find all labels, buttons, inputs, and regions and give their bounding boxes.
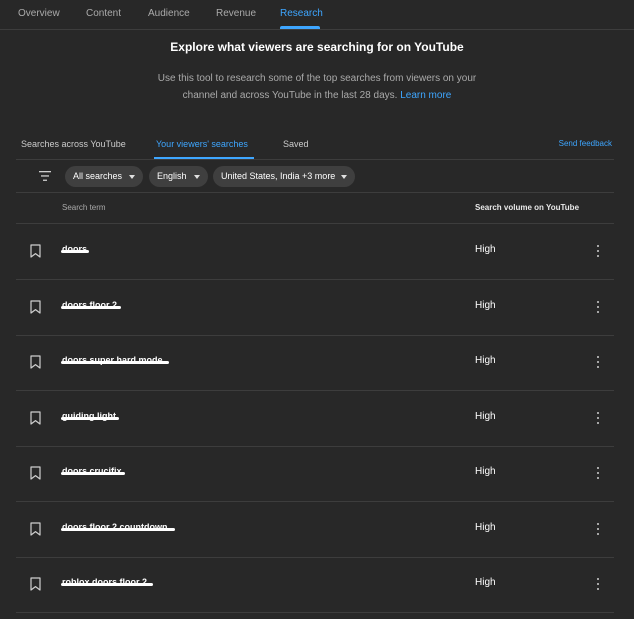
description-line-2-text: channel and across YouTube in the last 2… [182, 90, 398, 101]
bookmark-icon[interactable] [30, 355, 41, 369]
bookmark-icon[interactable] [30, 244, 41, 258]
more-options-icon[interactable] [594, 576, 602, 592]
more-options-icon[interactable] [594, 243, 602, 259]
chevron-down-icon [341, 175, 347, 179]
search-volume: High [475, 244, 496, 255]
bookmark-icon[interactable] [30, 521, 41, 536]
description-line-1: Use this tool to research some of the to… [157, 73, 477, 84]
table-row: doors High [0, 224, 634, 280]
more-options-icon[interactable] [594, 465, 602, 481]
search-type-value: All searches [73, 171, 123, 181]
tab-revenue[interactable]: Revenue [216, 8, 256, 19]
language-value: English [157, 171, 187, 181]
bookmark-icon[interactable] [30, 299, 41, 314]
more-options-icon[interactable] [594, 299, 602, 315]
divider [16, 612, 614, 613]
description-line-2: channel and across YouTube in the last 2… [0, 87, 634, 104]
redaction-mark [61, 361, 169, 364]
top-nav: Overview Content Audience Revenue Resear… [0, 0, 634, 30]
redaction-mark [61, 250, 89, 253]
redaction-mark [61, 527, 175, 531]
table-row: roblox doors floor 2 High [0, 557, 634, 613]
more-options-icon[interactable] [594, 521, 602, 537]
page-description: Use this tool to research some of the to… [0, 70, 634, 104]
tab-content[interactable]: Content [86, 8, 121, 19]
table-row: doors floor 2 countdown High [0, 502, 634, 558]
send-feedback-link[interactable]: Send feedback [559, 139, 612, 148]
table-header: Search term Search volume on YouTube [0, 193, 634, 224]
chevron-down-icon [129, 175, 135, 179]
active-tab-indicator [280, 26, 320, 29]
language-dropdown[interactable]: English [149, 166, 208, 187]
filter-bar: All searches English United States, Indi… [0, 160, 634, 193]
subtab-searches-across-youtube[interactable]: Searches across YouTube [21, 139, 126, 149]
subtab-saved[interactable]: Saved [283, 139, 309, 149]
table-row: guiding light High [0, 391, 634, 447]
search-type-dropdown[interactable]: All searches [65, 166, 143, 187]
table-row: doors crucifix High [0, 446, 634, 502]
learn-more-link[interactable]: Learn more [400, 90, 451, 101]
search-volume: High [475, 299, 496, 311]
tab-audience[interactable]: Audience [148, 8, 190, 19]
search-volume: High [475, 577, 496, 588]
bookmark-icon[interactable] [30, 410, 41, 425]
column-header-search-volume: Search volume on YouTube [475, 203, 580, 212]
research-subtabs: Searches across YouTube Your viewers' se… [0, 130, 634, 160]
location-dropdown[interactable]: United States, India +3 more [213, 166, 355, 187]
bookmark-icon[interactable] [30, 577, 41, 591]
search-volume: High [475, 466, 496, 477]
search-volume: High [475, 355, 496, 366]
search-volume: High [475, 521, 496, 533]
subtab-your-viewers-searches[interactable]: Your viewers' searches [156, 139, 248, 149]
chevron-down-icon [194, 175, 200, 179]
redaction-mark [61, 472, 125, 475]
more-options-icon[interactable] [594, 354, 602, 370]
more-options-icon[interactable] [594, 410, 602, 426]
bookmark-icon[interactable] [30, 466, 41, 480]
table-row: doors super hard mode High [0, 335, 634, 391]
location-value: United States, India +3 more [221, 171, 336, 181]
column-header-search-term: Search term [62, 203, 106, 212]
redaction-mark [61, 305, 121, 309]
table-row: doors floor 2 High [0, 280, 634, 336]
search-volume: High [475, 410, 496, 422]
redaction-mark [61, 583, 153, 586]
tab-research[interactable]: Research [280, 8, 323, 19]
filter-icon[interactable] [38, 169, 52, 183]
redaction-mark [61, 416, 119, 420]
tab-overview[interactable]: Overview [18, 8, 60, 19]
page-title: Explore what viewers are searching for o… [170, 40, 464, 54]
